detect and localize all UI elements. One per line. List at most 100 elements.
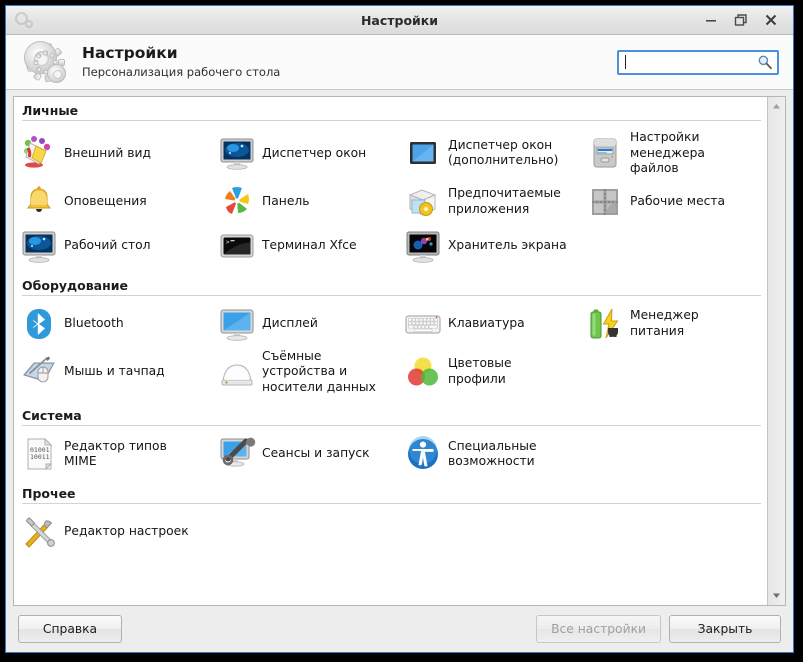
scrollbar-track[interactable] <box>768 115 785 587</box>
close-button[interactable]: Закрыть <box>669 615 781 643</box>
settings-item-label: Менеджер питания <box>630 308 699 338</box>
settings-item-label: Панель <box>262 193 310 208</box>
color-profiles-icon <box>404 353 442 391</box>
section-grid-other: Редактор настроек <box>14 504 767 558</box>
window-titlebar[interactable]: Настройки <box>6 6 793 35</box>
page-header: Настройки Персонализация рабочего стола <box>6 35 793 90</box>
section-title-hardware: Оборудование <box>22 277 128 293</box>
settings-item-label: Терминал Xfce <box>262 237 357 252</box>
search-box[interactable] <box>617 49 779 75</box>
settings-item[interactable]: Панель <box>212 180 398 224</box>
settings-item-label: Мышь и тачпад <box>64 364 165 378</box>
settings-item[interactable]: Хранитель экрана <box>398 224 580 268</box>
settings-item[interactable]: Цветовые профили <box>398 346 580 399</box>
desktop-icon <box>20 227 58 265</box>
maximize-icon[interactable] <box>733 12 749 28</box>
settings-item[interactable]: Диспетчер окон <box>212 127 398 180</box>
settings-item-label: Сеансы и запуск <box>262 446 370 461</box>
window-manager-icon <box>218 134 256 172</box>
settings-item-label: Съёмные устройства и носители данных <box>262 348 376 394</box>
settings-item[interactable]: Оповещения <box>14 180 212 224</box>
notification-bell-icon <box>20 183 58 221</box>
settings-item-label: Редактор типов MIME <box>64 438 167 469</box>
section-grid-personal: Внешний вид Диспетчер окон Диспетчер око… <box>14 121 767 272</box>
scroll-up-icon[interactable] <box>768 98 785 115</box>
settings-item-label: Рабочий стол <box>64 237 151 252</box>
svg-text:>: > <box>226 239 230 246</box>
settings-item-label: Рабочие места <box>630 193 726 208</box>
panel-icon <box>218 183 256 221</box>
section-grid-system: 01001 10011 Редактор типов MIME Сеансы и… <box>14 426 767 480</box>
settings-item[interactable]: Специальные возможности <box>398 432 580 476</box>
settings-item-label: Внешний вид <box>64 145 151 160</box>
scroll-down-icon[interactable] <box>768 587 785 604</box>
vertical-scrollbar[interactable] <box>767 97 785 605</box>
settings-item-label: Хранитель экрана <box>448 237 567 252</box>
dialog-button-bar: Справка Все настройки Закрыть <box>6 606 793 652</box>
section-title-system: Система <box>22 408 82 423</box>
settings-editor-icon <box>20 513 58 551</box>
settings-item[interactable]: Сеансы и запуск <box>212 432 398 476</box>
minimize-icon[interactable] <box>703 12 719 28</box>
mouse-touchpad-icon <box>20 353 58 391</box>
settings-item[interactable]: 01001 10011 Редактор типов MIME <box>14 432 212 476</box>
section-title-other: Прочее <box>22 486 76 501</box>
settings-item[interactable]: Рабочий стол <box>14 224 212 268</box>
settings-item-label: Предпочитаемые приложения <box>448 186 561 216</box>
settings-gears-icon <box>22 39 68 85</box>
settings-item[interactable]: Клавиатура <box>398 302 580 346</box>
sessions-startup-icon <box>218 435 256 473</box>
settings-item-label: Диспетчер окон <box>262 145 367 160</box>
settings-item-label: Оповещения <box>64 193 147 208</box>
settings-item-label: Дисплей <box>262 315 318 330</box>
settings-item[interactable]: Рабочие места <box>580 180 766 224</box>
file-manager-icon <box>586 134 624 172</box>
settings-item[interactable]: Менеджер питания <box>580 302 766 346</box>
screensaver-icon <box>404 227 442 265</box>
settings-item-label: Клавиатура <box>448 315 525 330</box>
settings-item[interactable]: Bluetooth <box>14 302 212 346</box>
settings-item-label: Специальные возможности <box>448 438 537 469</box>
settings-item-label: Bluetooth <box>64 315 124 330</box>
settings-item[interactable]: Предпочитаемые приложения <box>398 180 580 224</box>
keyboard-icon <box>404 305 442 343</box>
settings-item-label: Настройки менеджера файлов <box>630 130 705 175</box>
search-input[interactable] <box>617 49 779 75</box>
settings-item[interactable]: Дисплей <box>212 302 398 346</box>
window-title: Настройки <box>360 12 439 28</box>
settings-item[interactable]: Съёмные устройства и носители данных <box>212 346 398 399</box>
svg-text:10011: 10011 <box>30 453 50 461</box>
window-controls <box>703 12 793 28</box>
settings-item[interactable]: > Терминал Xfce <box>212 224 398 268</box>
page-title: Настройки <box>82 44 178 62</box>
text-cursor <box>625 54 626 69</box>
removable-drive-icon <box>218 353 256 391</box>
close-icon[interactable] <box>763 12 779 28</box>
display-icon <box>218 305 256 343</box>
all-settings-button[interactable]: Все настройки <box>536 615 661 643</box>
appearance-icon <box>20 134 58 172</box>
settings-content-frame: Личные Внешний вид Диспетчер окон Диспет… <box>13 96 786 606</box>
accessibility-icon <box>404 435 442 473</box>
settings-item[interactable]: Редактор настроек <box>14 510 212 554</box>
settings-item[interactable]: Диспетчер окон (дополнительно) <box>398 127 580 180</box>
settings-item-label: Цветовые профили <box>448 356 512 386</box>
section-grid-hardware: Bluetooth Дисплей Клавиатура Менеджер пи… <box>14 296 767 403</box>
settings-list: Личные Внешний вид Диспетчер окон Диспет… <box>14 97 767 605</box>
preferred-applications-icon <box>404 183 442 221</box>
settings-item[interactable]: Мышь и тачпад <box>14 346 212 399</box>
settings-gears-icon <box>12 9 38 31</box>
mime-type-editor-icon: 01001 10011 <box>20 435 58 473</box>
settings-item-label: Диспетчер окон (дополнительно) <box>448 137 559 168</box>
workspaces-icon <box>586 183 624 221</box>
terminal-icon: > <box>218 227 256 265</box>
settings-item[interactable]: Внешний вид <box>14 127 212 180</box>
bluetooth-icon <box>20 305 58 343</box>
settings-manager-window: Настройки Настройки Персонализация рабоч… <box>5 5 794 653</box>
window-manager-tweaks-icon <box>404 134 442 172</box>
help-button[interactable]: Справка <box>18 615 122 643</box>
settings-item[interactable]: Настройки менеджера файлов <box>580 127 766 180</box>
section-title-personal: Личные <box>22 103 79 118</box>
page-subtitle: Персонализация рабочего стола <box>82 65 281 79</box>
power-manager-icon <box>586 305 624 343</box>
